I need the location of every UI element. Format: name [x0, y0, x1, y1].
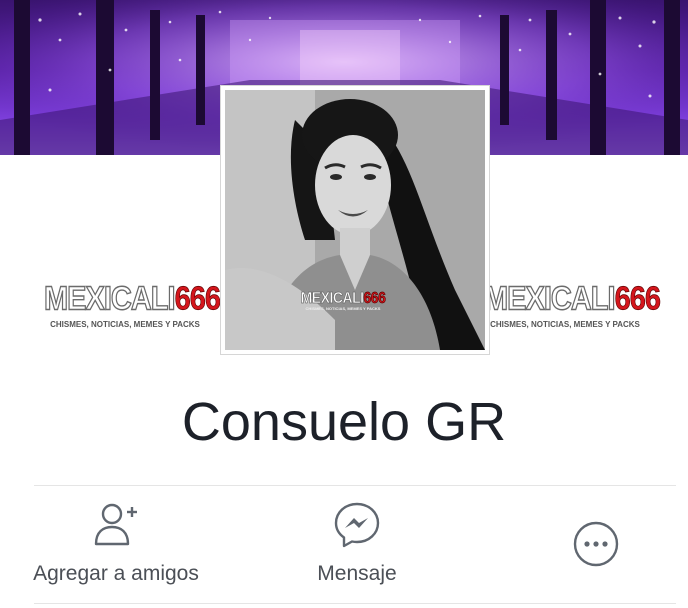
watermark-tagline: CHISMES, NOTICIAS, MEMES Y PACKS — [50, 320, 200, 329]
watermark-left: MEXICALI666 CHISMES, NOTICIAS, MEMES Y P… — [43, 280, 221, 329]
watermark-logo: MEXICALI666 — [300, 287, 386, 307]
watermark-logo: MEXICALI666 — [483, 280, 661, 318]
watermark-tagline: CHISMES, NOTICIAS, MEMES Y PACKS — [490, 320, 640, 329]
add-friend-icon — [94, 503, 137, 546]
watermark-right: MEXICALI666 CHISMES, NOTICIAS, MEMES Y P… — [483, 280, 661, 329]
profile-picture[interactable]: MEXICALI666 CHISMES, NOTICIAS, MEMES Y P… — [220, 85, 490, 355]
divider — [34, 603, 676, 604]
watermark-small: MEXICALI666 CHISMES, NOTICIAS, MEMES Y P… — [298, 287, 388, 311]
message-label: Mensaje — [317, 562, 397, 585]
more-options-button[interactable] — [566, 520, 626, 568]
profile-photo-image: MEXICALI666 CHISMES, NOTICIAS, MEMES Y P… — [225, 90, 485, 350]
profile-name: Consuelo GR — [181, 392, 507, 452]
divider — [34, 485, 676, 486]
messenger-icon — [334, 502, 380, 548]
add-friend-label: Agregar a amigos — [33, 562, 199, 585]
watermark-logo: MEXICALI666 — [43, 280, 221, 318]
add-friend-button[interactable]: Agregar a amigos — [10, 500, 222, 586]
person-portrait — [225, 90, 485, 350]
watermark-tagline: CHISMES, NOTICIAS, MEMES Y PACKS — [305, 306, 381, 311]
more-options-icon — [573, 521, 619, 567]
message-button[interactable]: Mensaje — [270, 500, 444, 586]
